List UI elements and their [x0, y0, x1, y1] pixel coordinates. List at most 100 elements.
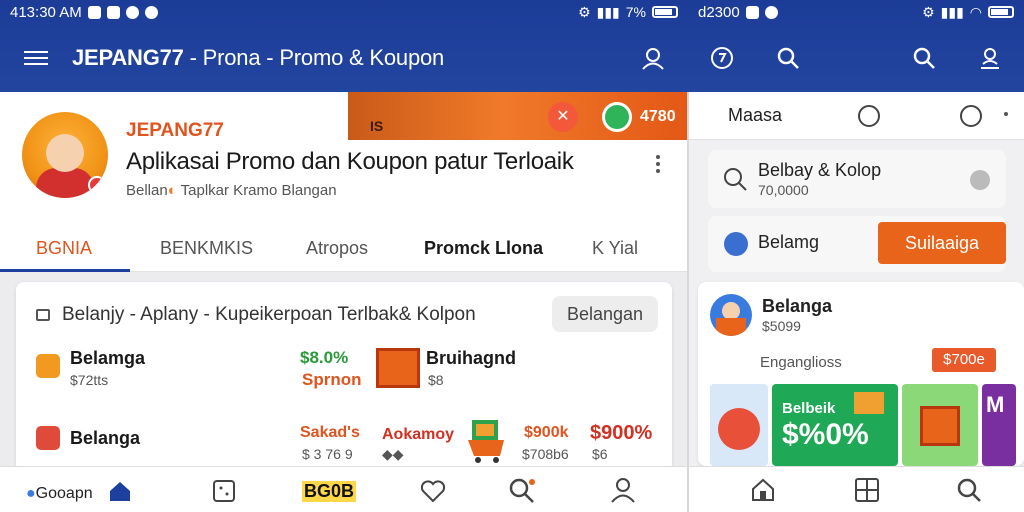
card-icon — [36, 309, 50, 321]
search-card-title: Belbay & Kolop — [758, 160, 882, 180]
card-title: Belanjy - Aplany - Kupeikerpoan Terlbak&… — [62, 304, 476, 325]
home-icon[interactable] — [108, 479, 132, 503]
tools-icon[interactable]: ✕ — [548, 102, 578, 132]
alarm-icon: ⚙ — [578, 3, 591, 20]
search-card-sub: 70,0000 — [758, 182, 809, 198]
right-panel: d2300 ⚙ ▮▮▮ ◠ Maasa Belbay & Kolop 70,00… — [688, 0, 1024, 512]
shop-name[interactable]: Bruihagnd — [426, 348, 516, 369]
deal-name: Sakad's — [300, 424, 360, 441]
product-name: Belanga — [762, 296, 833, 316]
right-bottom-nav — [688, 466, 1024, 512]
deal-percent: $900% — [590, 422, 653, 444]
product-card[interactable]: Belanga $5099 Enganglioss $700e Belbeik … — [698, 282, 1024, 466]
shop-sub: $8 — [428, 372, 444, 388]
header-label: Maasa — [728, 105, 783, 125]
tab-atropos[interactable]: Atropos — [306, 238, 368, 259]
account-icon[interactable] — [978, 46, 1002, 70]
notification-icon — [144, 5, 158, 19]
panel-divider — [687, 92, 689, 512]
right-app-bar — [688, 24, 1024, 92]
gift-tile[interactable] — [902, 384, 978, 466]
more-options-icon[interactable] — [656, 152, 662, 176]
signal-icon: ▮▮▮ — [596, 3, 620, 20]
search-icon[interactable] — [912, 46, 936, 70]
avatar[interactable] — [22, 112, 108, 198]
promo-list-card: Belanjy - Aplany - Kupeikerpoan Terlbak&… — [16, 282, 672, 472]
alarm-icon: ⚙ — [922, 3, 935, 20]
tab-benkmkis[interactable]: BENKMKIS — [160, 238, 253, 259]
chat-icon[interactable] — [602, 102, 632, 132]
battery-percent: 7% — [625, 4, 646, 20]
promo-banner[interactable]: IS ✕ 4780 — [348, 92, 688, 140]
price-badge: $700e — [932, 348, 996, 372]
clear-icon[interactable] — [970, 170, 990, 190]
tab-bar: BGNIA BENKMKIS Atropos Promck Llona K Yi… — [0, 230, 688, 272]
suilaaiga-button[interactable]: Suilaaiga — [878, 222, 1006, 264]
product-price: $5099 — [762, 318, 801, 334]
dashboard-icon[interactable] — [212, 479, 236, 503]
product-tag: Enganglioss — [760, 354, 842, 371]
menu-icon[interactable] — [24, 47, 48, 69]
notification-icon — [87, 5, 101, 19]
shopping-cart-icon — [468, 420, 504, 463]
row-name[interactable]: Belanga — [70, 428, 140, 449]
navigation-icon — [724, 232, 748, 256]
refresh-icon[interactable] — [960, 105, 982, 127]
tab-bgnia[interactable]: BGNIA — [36, 238, 92, 259]
discount-label: Sprnon — [302, 370, 362, 389]
diamond-icon: ◆◆ — [382, 446, 404, 462]
account-icon[interactable] — [641, 46, 665, 70]
deal-amount: $900k — [524, 424, 569, 441]
bottom-nav: ●Gooapn BG0B — [0, 466, 688, 512]
shop-icon — [36, 426, 60, 450]
notification-icon — [764, 5, 778, 19]
belangan-button[interactable]: Belangan — [552, 296, 658, 332]
row-sub: $72tts — [70, 372, 109, 388]
battery-icon — [652, 6, 678, 18]
discount-percent: $8.0% — [300, 348, 349, 367]
search-icon — [724, 168, 747, 191]
product-avatar — [710, 294, 752, 336]
discount-tile[interactable]: Belbeik $%0% — [772, 384, 898, 466]
banner-count: 4780 — [640, 108, 676, 125]
banner-label: IS — [370, 118, 384, 134]
right-header-row: Maasa — [688, 92, 1024, 140]
tab-k-yial[interactable]: K Yial — [592, 238, 638, 259]
center-nav-label[interactable]: BG0B — [302, 481, 357, 502]
more-options-icon[interactable] — [1004, 112, 1008, 116]
brand-name: JEPANG77 — [126, 120, 224, 141]
home-icon[interactable] — [750, 477, 776, 503]
profile-icon[interactable] — [610, 477, 636, 503]
app-title: JEPANG77 - Prona - Promo & Koupon — [72, 45, 445, 70]
battery-icon — [988, 6, 1014, 18]
wifi-icon: ◠ — [969, 3, 982, 20]
search-icon[interactable] — [956, 477, 982, 503]
signal-icon: ▮▮▮ — [940, 3, 964, 20]
row-name[interactable]: Belamga — [70, 348, 145, 369]
status-bar-right: d2300 ⚙ ▮▮▮ ◠ — [688, 0, 1024, 24]
app-bar: JEPANG77 - Prona - Promo & Koupon — [0, 24, 688, 92]
search-icon[interactable] — [508, 477, 536, 503]
headline: Aplikasai Promo dan Koupon patur Terloai… — [126, 148, 574, 175]
search-card[interactable]: Belbay & Kolop 70,0000 — [708, 150, 1006, 208]
info-icon[interactable] — [858, 105, 880, 127]
bottom-nav-brand[interactable]: ●Gooapn — [26, 485, 93, 503]
food-tile[interactable] — [710, 384, 768, 466]
search-icon[interactable] — [776, 46, 800, 70]
shop-icon — [36, 354, 60, 378]
notification-icon — [125, 5, 139, 19]
left-panel: 413:30 AM ⚙ ▮▮▮ 7% JEPANG77 - Prona - Pr… — [0, 0, 688, 512]
tab-indicator — [0, 269, 130, 272]
subline: Bellan◐ Taplkar Kramo Blangan — [126, 182, 337, 199]
brand-circle-icon[interactable] — [710, 46, 734, 70]
status-time: 413:30 AM — [10, 3, 82, 21]
deal-percent-sub: $6 — [592, 446, 608, 462]
notification-icon — [106, 5, 120, 19]
screen: 413:30 AM ⚙ ▮▮▮ 7% JEPANG77 - Prona - Pr… — [0, 0, 1024, 512]
tab-promo[interactable]: Promck Llona — [424, 238, 543, 259]
grid-icon[interactable] — [854, 477, 880, 503]
partial-tile[interactable]: M — [982, 384, 1016, 466]
status-bar: 413:30 AM ⚙ ▮▮▮ 7% — [0, 0, 688, 24]
location-label: Belamg — [758, 232, 820, 252]
heart-icon[interactable] — [420, 479, 446, 503]
